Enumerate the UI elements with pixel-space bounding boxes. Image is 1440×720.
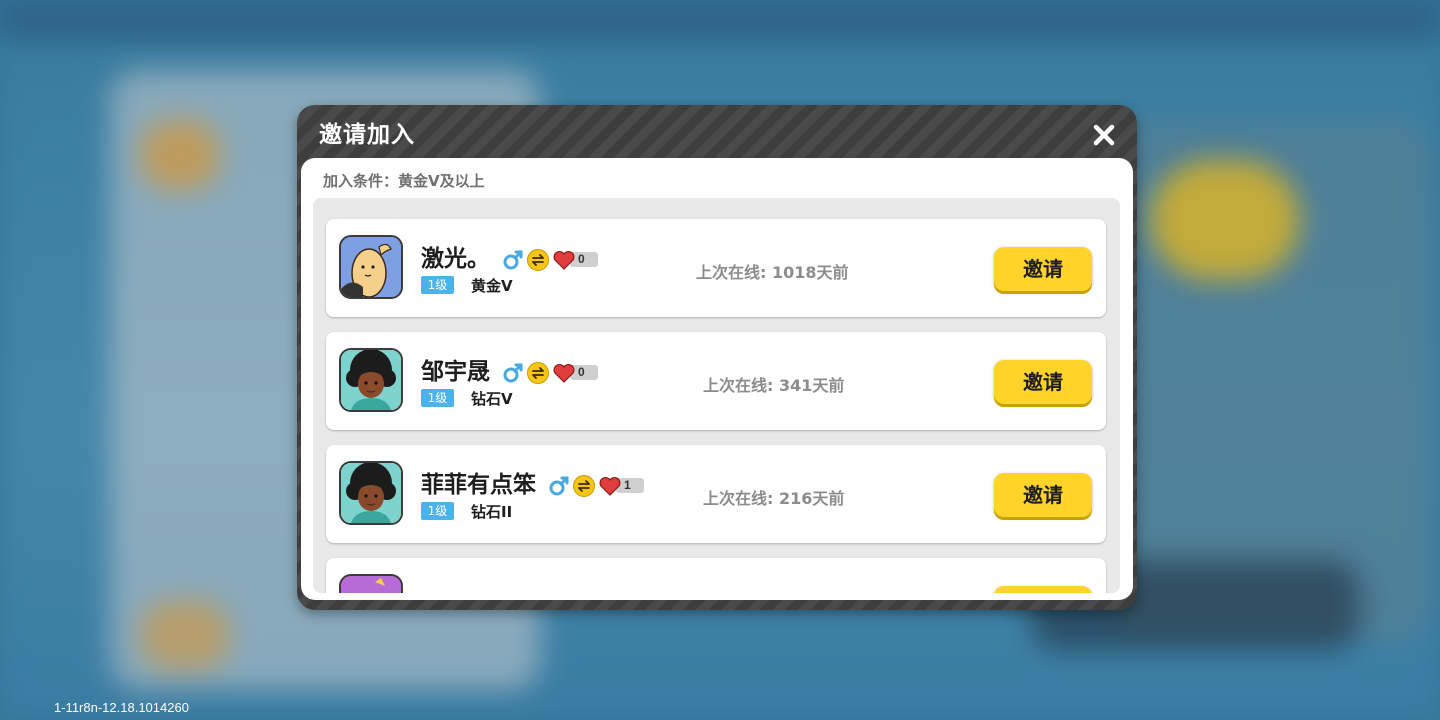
afro-character-avatar [339,348,403,412]
player-list[interactable]: 激光。 0 1级 黄金V 上次在线: 1018天前 邀请 邹宇晟 0 1级 钻石… [313,198,1120,593]
list-item: 菲菲有点笨 1 1级 钻石II 上次在线: 216天前 邀请 [326,445,1106,543]
last-online: 上次在线: 216天前 [703,489,845,508]
list-item: 激光。 0 1级 黄金V 上次在线: 1018天前 邀请 [326,219,1106,317]
heart-icon [599,476,621,496]
list-item [326,558,1106,593]
rank-label: 黄金V [471,277,513,295]
heart-counter: 1 [598,475,645,497]
swap-icon [527,361,550,384]
heart-counter: 0 [552,249,599,271]
last-online: 上次在线: 1018天前 [696,263,849,282]
male-icon [503,363,523,382]
invite-button[interactable] [994,586,1092,593]
player-name-text: 激光。 [421,246,490,272]
invite-dialog: 邀请加入 加入条件：黄金V及以上 激光。 0 1级 黄金V 上次在线: 1018… [297,105,1137,610]
player-name: 邹宇晟 0 [421,352,599,386]
player-badges: 0 [502,248,599,271]
invite-button[interactable]: 邀请 [994,360,1092,404]
player-name: 菲菲有点笨 1 [421,465,645,499]
bean-character-avatar [339,235,403,299]
level-badge: 1级 [421,276,454,294]
level-badge: 1级 [421,389,454,407]
last-online: 上次在线: 341天前 [703,376,845,395]
invite-button[interactable]: 邀请 [994,247,1092,291]
invite-button[interactable]: 邀请 [994,473,1092,517]
player-badges: 1 [548,474,645,497]
swap-icon [573,474,596,497]
afro-character-avatar [339,461,403,525]
rank-label: 钻石V [471,390,513,408]
dialog-title: 邀请加入 [319,122,415,148]
player-badges: 0 [502,361,599,384]
close-icon [1093,124,1115,146]
dialog-panel: 加入条件：黄金V及以上 激光。 0 1级 黄金V 上次在线: 1018天前 邀请… [301,158,1133,600]
purple-character-avatar [339,574,403,593]
join-condition: 加入条件：黄金V及以上 [323,172,485,190]
player-name: 激光。 0 [421,239,599,273]
heart-counter: 0 [552,362,599,384]
rank-label: 钻石II [471,503,513,521]
close-button[interactable] [1087,118,1121,152]
heart-icon [553,250,575,270]
player-name-text: 邹宇晟 [421,359,490,385]
male-icon [503,250,523,269]
list-item: 邹宇晟 0 1级 钻石V 上次在线: 341天前 邀请 [326,332,1106,430]
level-badge: 1级 [421,502,454,520]
male-icon [549,476,569,495]
version-label: 1-11r8n-12.18.1014260 [54,700,189,715]
player-name-text: 菲菲有点笨 [421,472,536,498]
heart-icon [553,363,575,383]
swap-icon [527,248,550,271]
